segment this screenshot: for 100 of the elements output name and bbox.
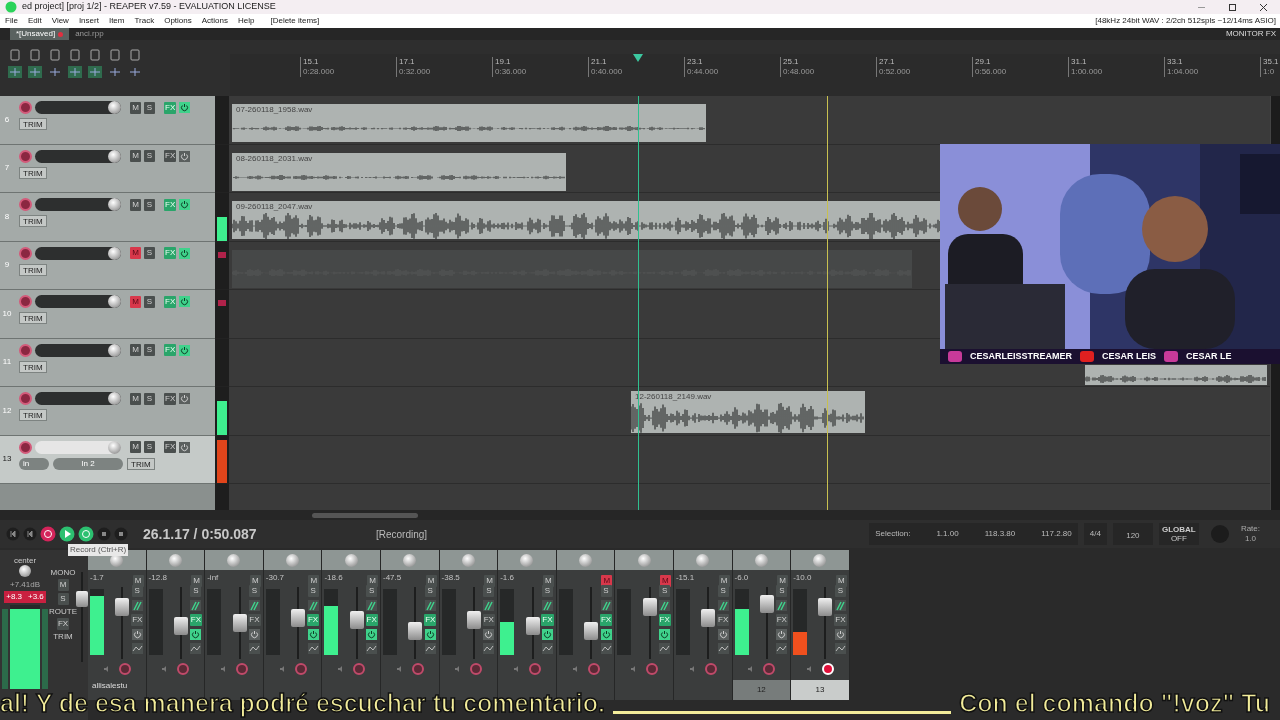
- mute-button[interactable]: M: [777, 574, 789, 587]
- mute-button[interactable]: M: [835, 574, 847, 587]
- envelope-icon[interactable]: [659, 643, 671, 654]
- envelope-icon[interactable]: [483, 643, 495, 654]
- phase-icon[interactable]: [366, 600, 378, 611]
- mute-button[interactable]: M: [130, 392, 141, 405]
- power-icon[interactable]: [179, 199, 191, 210]
- fader-handle[interactable]: [818, 597, 833, 616]
- solo-button[interactable]: S: [307, 585, 319, 597]
- menu-item[interactable]: Options: [164, 15, 192, 27]
- volume-slider[interactable]: [35, 295, 121, 308]
- fx-button[interactable]: FX: [56, 618, 70, 630]
- power-icon[interactable]: [179, 344, 191, 356]
- close-icon[interactable]: [1259, 2, 1268, 12]
- mute-button[interactable]: M: [130, 150, 141, 162]
- fx-button[interactable]: FX: [541, 614, 554, 626]
- volume-slider[interactable]: [35, 198, 121, 211]
- playhead-marker-icon[interactable]: [633, 54, 643, 62]
- solo-button[interactable]: S: [600, 585, 612, 597]
- speaker-icon[interactable]: [102, 665, 111, 673]
- solo-button[interactable]: S: [144, 441, 155, 453]
- pan-knob[interactable]: [19, 565, 31, 577]
- fader-handle[interactable]: [408, 622, 423, 641]
- track-header[interactable]: 8 M S FX TRIM: [0, 193, 215, 242]
- fader-handle[interactable]: [642, 597, 657, 616]
- power-icon[interactable]: [776, 629, 788, 640]
- play-icon[interactable]: [59, 526, 75, 542]
- solo-button[interactable]: S: [144, 392, 155, 405]
- fader-handle[interactable]: [466, 611, 481, 630]
- power-icon[interactable]: [366, 629, 378, 640]
- fader-handle[interactable]: [759, 595, 774, 614]
- stop-icon[interactable]: [97, 527, 111, 541]
- phase-icon[interactable]: [424, 600, 436, 611]
- phase-icon[interactable]: [717, 600, 729, 611]
- pause-icon[interactable]: [114, 527, 128, 541]
- envelope-icon[interactable]: [776, 643, 788, 654]
- fx-button[interactable]: FX: [248, 614, 261, 626]
- power-icon[interactable]: [179, 102, 191, 113]
- solo-button[interactable]: S: [144, 344, 155, 356]
- trim-button[interactable]: TRIM: [19, 409, 47, 421]
- mute-button[interactable]: M: [132, 574, 144, 587]
- route-button[interactable]: ROUTE: [49, 607, 77, 616]
- power-icon[interactable]: [600, 629, 612, 640]
- fx-button[interactable]: FX: [164, 198, 177, 211]
- trim-button[interactable]: TRIM: [19, 118, 47, 130]
- mute-button[interactable]: M: [659, 574, 671, 587]
- power-icon[interactable]: [483, 629, 495, 640]
- track-header[interactable]: 6 M S FX TRIM: [0, 96, 215, 145]
- trim-button[interactable]: TRIM: [19, 360, 47, 373]
- selection-start[interactable]: 1.1.00: [936, 528, 959, 540]
- fx-button[interactable]: FX: [599, 614, 613, 626]
- power-icon[interactable]: [179, 441, 191, 453]
- trim-button[interactable]: TRIM: [19, 166, 47, 179]
- fx-button[interactable]: FX: [306, 614, 320, 626]
- volume-slider[interactable]: [35, 101, 121, 114]
- audio-clip[interactable]: 08-260118_2031.wav: [232, 152, 566, 191]
- solo-button[interactable]: S: [190, 585, 202, 597]
- solo-button[interactable]: S: [57, 593, 69, 605]
- envelope-icon[interactable]: [834, 643, 846, 654]
- solo-button[interactable]: S: [659, 585, 671, 597]
- phase-icon[interactable]: [190, 600, 202, 611]
- mute-button[interactable]: M: [130, 198, 141, 211]
- speaker-icon[interactable]: [688, 665, 697, 673]
- skip-forward-icon[interactable]: [23, 527, 37, 541]
- fx-button[interactable]: FX: [482, 614, 495, 626]
- fader-handle[interactable]: [76, 590, 88, 607]
- fader-handle[interactable]: [525, 616, 540, 635]
- solo-button[interactable]: S: [144, 150, 155, 162]
- mute-button[interactable]: M: [249, 574, 261, 587]
- track-header[interactable]: 10 M S FX TRIM: [0, 290, 215, 339]
- envelope-icon[interactable]: [424, 643, 436, 654]
- fx-button[interactable]: FX: [424, 614, 437, 626]
- maximize-icon[interactable]: [1228, 2, 1237, 12]
- mute-button[interactable]: M: [718, 574, 730, 587]
- fx-button[interactable]: FX: [164, 150, 177, 162]
- fx-button[interactable]: FX: [164, 441, 177, 453]
- mute-button[interactable]: M: [542, 574, 554, 587]
- mute-button[interactable]: M: [130, 247, 141, 259]
- menu-item[interactable]: Help: [238, 15, 255, 27]
- power-icon[interactable]: [307, 629, 319, 640]
- track-header[interactable]: 9 M S FX TRIM: [0, 241, 215, 290]
- solo-button[interactable]: S: [483, 585, 495, 597]
- mute-button[interactable]: M: [484, 574, 496, 587]
- phase-icon[interactable]: [776, 600, 788, 611]
- tempo-field[interactable]: 120: [1112, 523, 1153, 545]
- fx-button[interactable]: FX: [717, 614, 730, 626]
- selection-length[interactable]: 117.2.80: [1041, 528, 1072, 540]
- trim-button[interactable]: TRIM: [19, 215, 47, 227]
- mute-button[interactable]: M: [130, 441, 141, 453]
- fader-handle[interactable]: [291, 608, 306, 627]
- power-icon[interactable]: [179, 150, 191, 162]
- power-icon[interactable]: [541, 629, 553, 640]
- menu-item[interactable]: File: [5, 15, 18, 27]
- fx-button[interactable]: FX: [131, 614, 144, 626]
- fx-button[interactable]: FX: [775, 614, 788, 626]
- power-icon[interactable]: [190, 629, 202, 640]
- mute-button[interactable]: M: [308, 574, 320, 587]
- power-icon[interactable]: [179, 296, 191, 307]
- envelope-icon[interactable]: [131, 643, 143, 654]
- project-tab[interactable]: *[Unsaved]: [10, 28, 70, 40]
